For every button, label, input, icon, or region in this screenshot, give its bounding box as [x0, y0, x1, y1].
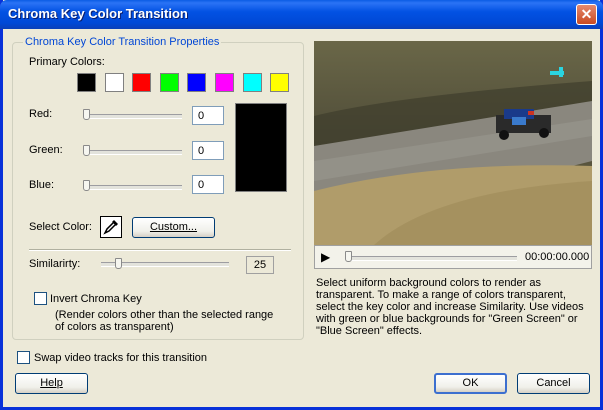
dialog-window: Chroma Key Color Transition ✕ Chroma Key…	[0, 0, 603, 410]
invert-chroma-key-label[interactable]: Invert Chroma Key	[50, 293, 142, 305]
player-controls: ▶ 00:00:00.000	[314, 245, 592, 269]
color-swatch[interactable]	[77, 73, 96, 92]
ok-button-label: OK	[462, 377, 479, 389]
custom-color-button-label: Custom...	[149, 221, 198, 233]
video-preview	[314, 41, 592, 245]
title-bar[interactable]: Chroma Key Color Transition ✕	[0, 0, 603, 29]
primary-colors-label: Primary Colors:	[29, 56, 105, 68]
color-swatch[interactable]	[215, 73, 234, 92]
color-swatch[interactable]	[242, 73, 262, 92]
selected-color-preview	[235, 103, 287, 192]
dialog-title: Chroma Key Color Transition	[8, 6, 188, 21]
red-slider-thumb[interactable]	[83, 109, 90, 120]
invert-chroma-key-note: (Render colors other than the selected r…	[55, 309, 274, 333]
help-button-label: Help	[40, 377, 63, 389]
color-swatch[interactable]	[270, 73, 290, 92]
blue-slider-track[interactable]	[86, 185, 182, 190]
select-color-label: Select Color:	[29, 221, 92, 233]
seek-thumb[interactable]	[345, 251, 352, 262]
color-swatch[interactable]	[132, 73, 152, 92]
swap-tracks-checkbox[interactable]	[17, 351, 30, 364]
eyedropper-icon	[103, 220, 118, 235]
player-time: 00:00:00.000	[525, 251, 590, 263]
color-swatch[interactable]	[104, 73, 124, 92]
blue-slider-thumb[interactable]	[83, 180, 90, 191]
green-value-input[interactable]: 0	[192, 141, 224, 160]
blue-value-input[interactable]: 0	[192, 175, 224, 194]
close-button[interactable]: ✕	[576, 4, 597, 25]
invert-chroma-key-checkbox[interactable]	[34, 292, 47, 305]
similarity-label: Similarirty:	[29, 258, 81, 270]
red-value-input[interactable]: 0	[192, 106, 224, 125]
seek-track[interactable]	[347, 256, 517, 261]
green-slider-thumb[interactable]	[83, 145, 90, 156]
group-divider	[29, 249, 291, 251]
ok-button[interactable]: OK	[434, 373, 507, 394]
color-swatch[interactable]	[159, 73, 179, 92]
red-slider-track[interactable]	[86, 114, 182, 119]
properties-group-label: Chroma Key Color Transition Properties	[23, 36, 222, 48]
eyedropper-button[interactable]	[100, 216, 122, 238]
close-icon: ✕	[580, 6, 593, 22]
help-button[interactable]: Help	[15, 373, 88, 394]
green-label: Green:	[29, 144, 63, 156]
custom-color-button[interactable]: Custom...	[132, 217, 215, 238]
cancel-button-label: Cancel	[536, 377, 571, 389]
swap-tracks-label[interactable]: Swap video tracks for this transition	[34, 352, 207, 364]
color-swatch[interactable]	[187, 73, 207, 92]
green-slider-track[interactable]	[86, 150, 182, 155]
blue-label: Blue:	[29, 179, 55, 191]
cancel-button[interactable]: Cancel	[517, 373, 590, 394]
similarity-value: 25	[246, 256, 274, 274]
video-frame-image	[314, 41, 592, 245]
similarity-slider-thumb[interactable]	[115, 258, 122, 269]
red-label: Red:	[29, 108, 53, 120]
description-text: Select uniform background colors to rend…	[316, 277, 584, 337]
play-icon[interactable]: ▶	[321, 250, 330, 264]
